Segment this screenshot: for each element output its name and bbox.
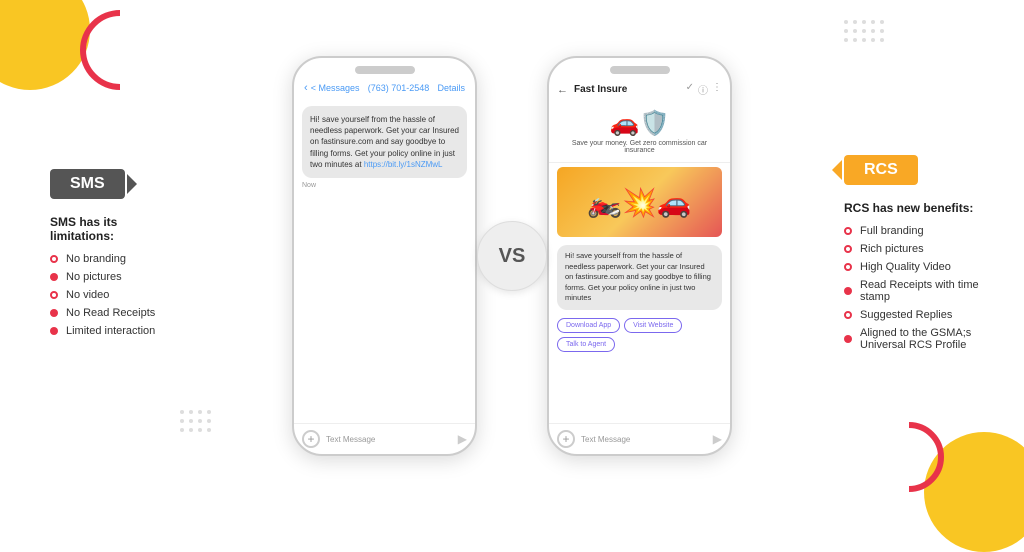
sms-phone-footer: + Text Message ▶	[294, 423, 475, 454]
limitation-text: No Read Receipts	[66, 307, 155, 319]
more-icon[interactable]: ⋮	[712, 82, 722, 97]
bullet-icon	[844, 311, 852, 319]
back-arrow-icon[interactable]: ←	[557, 84, 568, 96]
list-item: Full branding	[844, 225, 984, 237]
bullet-icon	[844, 263, 852, 271]
bullet-icon	[844, 245, 852, 253]
sms-timestamp: Now	[302, 182, 467, 189]
sms-link[interactable]: https://bit.ly/1sNZMwL	[364, 160, 443, 169]
list-item: No pictures	[50, 271, 180, 283]
benefit-text: Rich pictures	[860, 243, 924, 255]
motorcycle-illustration: 🏍️💥🚗	[557, 167, 722, 237]
sms-section: SMS SMS has its limitations: No branding…	[0, 149, 200, 363]
sms-limitations-title: SMS has its limitations:	[50, 215, 180, 243]
vs-label: VS	[477, 221, 547, 291]
sms-phone-body: Hi! save yourself from the hassle of nee…	[294, 98, 475, 423]
send-button[interactable]: ▶	[458, 432, 467, 446]
verified-icon: ✓	[686, 82, 694, 97]
rcs-text-input[interactable]: Text Message	[581, 435, 707, 444]
list-item: Read Receipts with time stamp	[844, 279, 984, 303]
bullet-icon	[844, 287, 852, 295]
list-item: High Quality Video	[844, 261, 984, 273]
add-attachment-button[interactable]: +	[302, 430, 320, 448]
rcs-phone-body: 🚗🛡️ Save your money. Get zero commission…	[549, 101, 730, 423]
phone-notch	[355, 66, 415, 74]
talk-to-agent-button[interactable]: Talk to Agent	[557, 337, 615, 352]
brand-icon: 🚗🛡️	[557, 109, 722, 138]
limitation-text: Limited interaction	[66, 325, 155, 337]
list-item: No Read Receipts	[50, 307, 180, 319]
rcs-phone: ← Fast Insure ✓ ⓘ ⋮ 🚗🛡️ Save your money.…	[547, 56, 732, 456]
main-container: SMS SMS has its limitations: No branding…	[0, 0, 1024, 512]
benefits-list: Full branding Rich pictures High Quality…	[844, 225, 984, 351]
send-button[interactable]: ▶	[713, 432, 722, 446]
limitation-text: No video	[66, 289, 109, 301]
rcs-action-buttons: Download App Visit Website Talk to Agent	[549, 314, 730, 356]
phone-notch	[610, 66, 670, 74]
limitations-list: No branding No pictures No video No Read…	[50, 253, 180, 337]
brand-tagline: Save your money. Get zero commission car…	[557, 140, 722, 154]
back-arrow-icon[interactable]: ‹ < Messages	[304, 82, 360, 94]
sms-phone: ‹ < Messages (763) 701-2548 Details Hi! …	[292, 56, 477, 456]
benefit-text: High Quality Video	[860, 261, 951, 273]
phones-area: ‹ < Messages (763) 701-2548 Details Hi! …	[200, 56, 824, 456]
list-item: Aligned to the GSMA;s Universal RCS Prof…	[844, 327, 984, 351]
rcs-brand-card: 🚗🛡️ Save your money. Get zero commission…	[549, 101, 730, 163]
list-item: No video	[50, 289, 180, 301]
sms-text-input[interactable]: Text Message	[326, 435, 452, 444]
bullet-icon	[50, 255, 58, 263]
bullet-icon	[844, 227, 852, 235]
rcs-label-badge: RCS	[844, 155, 918, 185]
bullet-icon	[50, 309, 58, 317]
list-item: Suggested Replies	[844, 309, 984, 321]
limitation-text: No pictures	[66, 271, 122, 283]
limitation-text: No branding	[66, 253, 126, 265]
sms-phone-header: ‹ < Messages (763) 701-2548 Details	[294, 78, 475, 98]
rcs-rich-image: 🏍️💥🚗	[557, 167, 722, 237]
sms-message-bubble: Hi! save yourself from the hassle of nee…	[302, 106, 467, 178]
bullet-icon	[844, 335, 852, 343]
download-app-button[interactable]: Download App	[557, 318, 620, 333]
list-item: No branding	[50, 253, 180, 265]
add-attachment-button[interactable]: +	[557, 430, 575, 448]
rcs-phone-header: ← Fast Insure ✓ ⓘ ⋮	[549, 78, 730, 101]
messages-link[interactable]: < Messages	[311, 83, 360, 93]
rcs-benefits-title: RCS has new benefits:	[844, 201, 984, 215]
visit-website-button[interactable]: Visit Website	[624, 318, 682, 333]
bullet-icon	[50, 327, 58, 335]
brand-name: Fast Insure	[574, 84, 680, 95]
benefit-text: Full branding	[860, 225, 924, 237]
benefit-text: Aligned to the GSMA;s Universal RCS Prof…	[860, 327, 984, 351]
list-item: Rich pictures	[844, 243, 984, 255]
bullet-icon	[50, 273, 58, 281]
rcs-message-bubble: Hi! save yourself from the hassle of nee…	[557, 245, 722, 310]
rcs-phone-footer: + Text Message ▶	[549, 423, 730, 454]
benefit-text: Suggested Replies	[860, 309, 952, 321]
details-link[interactable]: Details	[437, 83, 465, 93]
info-icon[interactable]: ⓘ	[698, 82, 708, 97]
header-icons: ✓ ⓘ ⋮	[686, 82, 722, 97]
contact-name: (763) 701-2548	[368, 83, 430, 93]
benefit-text: Read Receipts with time stamp	[860, 279, 984, 303]
list-item: Limited interaction	[50, 325, 180, 337]
sms-label-badge: SMS	[50, 169, 125, 199]
rcs-section: RCS RCS has new benefits: Full branding …	[824, 135, 1024, 377]
bullet-icon	[50, 291, 58, 299]
